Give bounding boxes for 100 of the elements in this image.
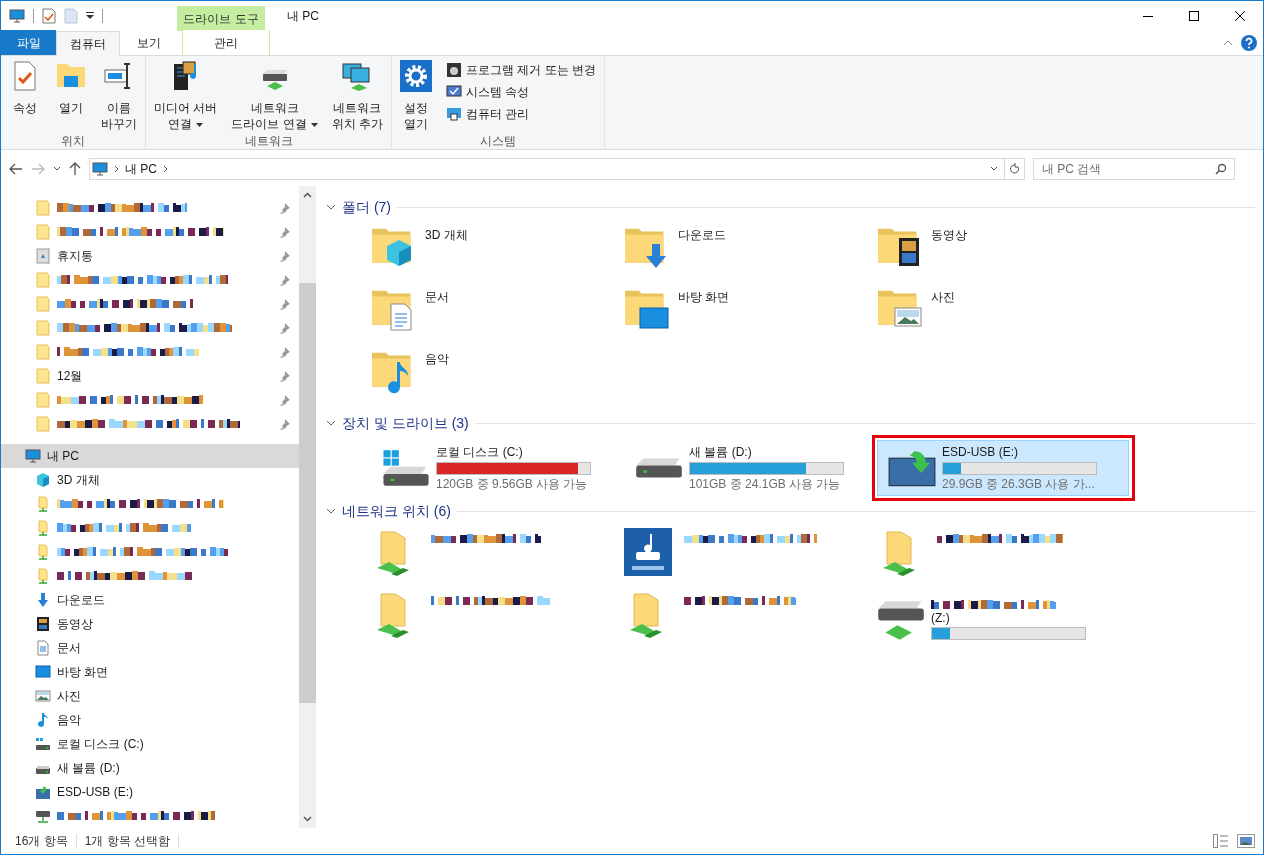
help-icon[interactable] [1241,35,1257,51]
drive-tile[interactable]: ESD-USB (E:) 29.9GB 중 26.3GB 사용 가... [877,440,1129,496]
sidebar-item[interactable]: 12월 [1,364,299,388]
hard-drive-icon [35,736,51,752]
sidebar-item[interactable]: 다운로드 [1,588,299,612]
back-arrow-icon[interactable] [9,163,23,175]
chevron-icon[interactable] [326,508,336,514]
network-folder-icon [35,544,51,560]
folder-item[interactable]: 바탕 화면 [624,286,864,346]
photo-icon [35,688,51,704]
drive-space: 120GB 중 9.56GB 사용 가능 [436,476,589,492]
customize-dropdown-icon[interactable] [86,12,94,20]
network-drive-icon [35,808,51,824]
drive-letter: (Z:) [931,611,950,626]
sidebar-item[interactable]: 내 PC [1,444,299,468]
ribbon-button[interactable]: 이름 바꾸기 [97,56,141,132]
address-bar[interactable]: 내 PC [89,158,1025,180]
scrollbar[interactable] [299,186,316,828]
collapse-ribbon-icon[interactable] [1223,40,1233,46]
drive-name: ESD-USB (E:) [942,444,1019,460]
folder-item[interactable]: 3D 개체 [371,224,611,284]
sidebar-item[interactable]: 음악 [1,708,299,732]
nas-icon [624,528,672,576]
folder-item[interactable]: 사진 [877,286,1117,346]
folder-icon [35,272,51,288]
film-icon [35,616,51,632]
hard-drive-icon [635,457,683,479]
item-label: 음악 [425,351,449,368]
chevron-icon[interactable] [326,204,336,210]
network-drive-tile[interactable]: (Z:) [877,590,1129,650]
ribbon-tab[interactable]: 관리 [182,30,270,55]
ribbon-tab[interactable]: 보기 [120,30,178,55]
caret-icon[interactable] [990,166,998,172]
drive-tile[interactable]: 새 볼륨 (D:) 101GB 중 24.1GB 사용 가능 [624,440,876,496]
large-icons-view-icon[interactable] [1237,834,1255,848]
ribbon-button[interactable]: 네트워크 위치 추가 [327,56,388,132]
drive-tile[interactable]: 로컬 디스크 (C:) 120GB 중 9.56GB 사용 가능 [371,440,623,496]
item-label: 다운로드 [678,227,726,244]
drive-name: 새 볼륨 (D:) [689,444,753,460]
folder-icon [35,416,51,432]
scroll-up-icon[interactable] [303,192,312,198]
checkmark-document-icon[interactable] [42,8,56,24]
ribbon-button[interactable]: 속성 [5,56,45,132]
sidebar-item[interactable]: 새 볼륨 (D:) [1,756,299,780]
ribbon-button[interactable]: 미디어 서버 연결 [150,56,222,132]
sidebar-item[interactable]: 사진 [1,684,299,708]
caret-icon[interactable] [53,166,61,172]
folder-item[interactable]: 동영상 [877,224,1117,284]
ribbon-button[interactable]: 설정 열기 [396,56,437,132]
section-header[interactable]: 네트워크 위치 (6) [342,500,451,522]
section-header[interactable]: 폴더 (7) [342,196,391,218]
group-label: 위치 [60,133,86,150]
up-arrow-icon[interactable] [69,162,81,176]
maximize-icon [1189,11,1199,21]
sidebar-label: 내 PC [47,448,79,465]
sidebar-item[interactable]: ESD-USB (E:) [1,780,299,804]
drive-space: 101GB 중 24.1GB 사용 가능 [689,476,842,492]
ribbon-tab[interactable]: 파일 [1,30,56,55]
scroll-down-icon[interactable] [303,816,312,822]
sidebar-item[interactable]: 문서 [1,636,299,660]
network-drive-icon [877,599,925,641]
computer-icon [9,8,25,24]
usb-drive-icon [35,784,51,800]
folder-icon [35,392,51,408]
scrollbar-thumb[interactable] [299,283,316,703]
chevron-icon[interactable] [326,420,336,426]
group-label: 시스템 [479,133,518,150]
search-icon [1215,163,1227,175]
ribbon-button[interactable]: 컴퓨터 관리 [442,103,601,125]
ribbon-button[interactable]: 열기 [51,56,91,132]
sidebar-item[interactable]: 로컬 디스크 (C:) [1,732,299,756]
network-folder-icon [35,520,51,536]
context-tab-header: 드라이브 도구 [177,6,265,31]
sidebar-item[interactable]: 바탕 화면 [1,660,299,684]
details-view-icon[interactable] [1213,834,1229,848]
ribbon-button[interactable]: 시스템 속성 [442,81,601,103]
sidebar-label: 휴지통 [57,248,93,265]
drive-name: 로컬 디스크 (C:) [436,444,524,460]
download-arrow-icon [35,592,51,608]
document-icon [35,640,51,656]
breadcrumb[interactable]: 내 PC [125,160,157,178]
sidebar-item[interactable]: 휴지통 [1,244,299,268]
ribbon-button[interactable]: 네트워크 드라이브 연결 [227,56,322,132]
ribbon-tab[interactable]: 컴퓨터 [56,31,120,56]
refresh-icon[interactable] [1009,163,1020,175]
sidebar-item[interactable]: 3D 개체 [1,468,299,492]
search-field[interactable]: 내 PC 검색 [1033,158,1235,180]
folder-item[interactable]: 다운로드 [624,224,864,284]
ribbon-button[interactable]: 프로그램 제거 또는 변경 [442,59,601,81]
sidebar-label: 새 볼륨 (D:) [57,760,120,777]
item-label: 사진 [931,289,955,306]
settings-icon [400,60,433,92]
hard-drive-icon [382,449,430,487]
folder-item[interactable]: 문서 [371,286,611,346]
group-label: 네트워크 [243,133,294,150]
sidebar-item[interactable]: 동영상 [1,612,299,636]
section-header[interactable]: 장치 및 드라이브 (3) [342,412,469,434]
system-properties-icon [446,84,463,100]
folder-icon [35,200,51,216]
folder-item[interactable]: 음악 [371,348,611,408]
